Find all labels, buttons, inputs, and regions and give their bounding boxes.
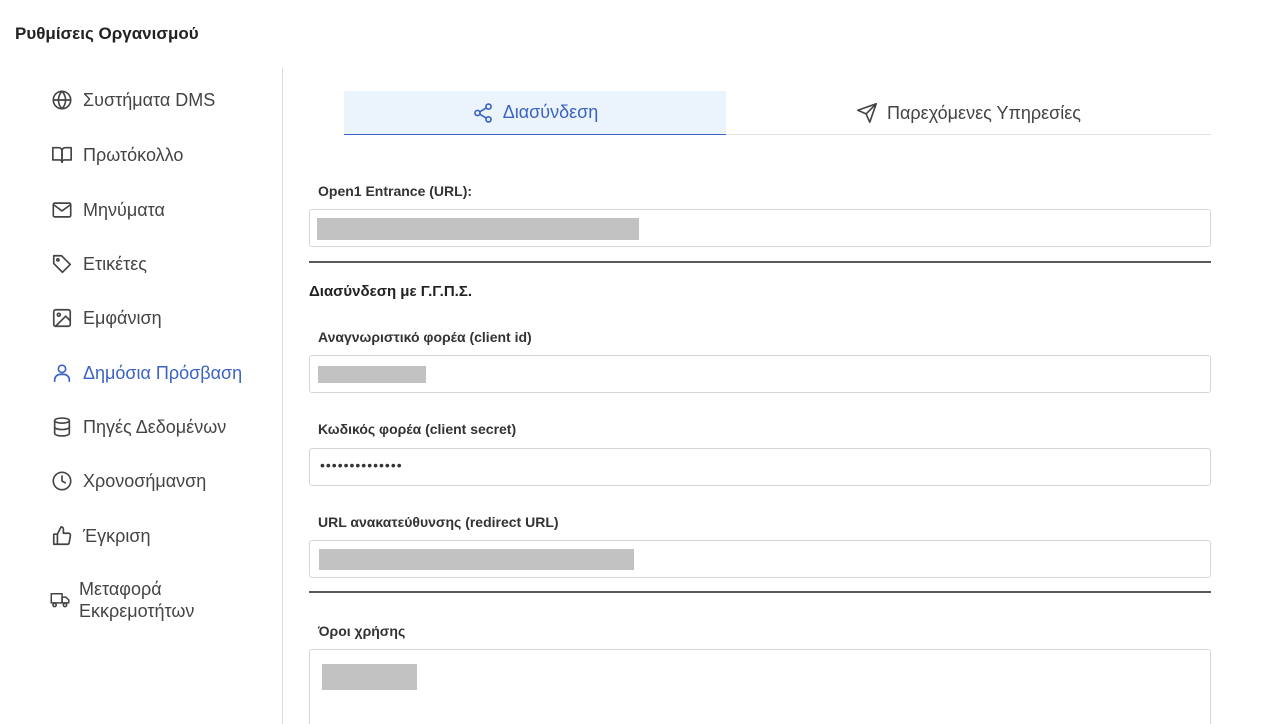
tag-icon: [50, 252, 74, 276]
page-title: Ρυθμίσεις Οργανισμού: [15, 24, 199, 43]
ggps-section-heading: Διασύνδεση με Γ.Γ.Π.Σ.: [309, 283, 473, 300]
sidebar-item-dms-systems[interactable]: Συστήματα DMS: [50, 88, 215, 112]
sidebar-item-label: Ετικέτες: [83, 253, 147, 274]
tab-label: Διασύνδεση: [502, 102, 599, 122]
sidebar-item-label: Έγκριση: [83, 525, 151, 546]
redirect-url-label: URL ανακατεύθυνσης (redirect URL): [318, 514, 559, 530]
sidebar-item-approval[interactable]: Έγκριση: [50, 524, 150, 548]
section-divider: [309, 591, 1211, 593]
sidebar-item-label: Εμφάνιση: [83, 307, 162, 328]
sidebar-item-label: Συστήματα DMS: [83, 89, 216, 110]
client-secret-label: Κωδικός φορέα (client secret): [318, 421, 517, 437]
tab-label: Παρεχόμενες Υπηρεσίες: [887, 102, 1081, 123]
send-icon: [856, 102, 878, 124]
thumbs-up-icon: [50, 524, 74, 548]
sidebar-item-messages[interactable]: Μηνύματα: [50, 198, 165, 222]
sidebar-item-protocol[interactable]: Πρωτόκολλο: [50, 143, 183, 167]
sidebar-item-timestamping[interactable]: Χρονοσήμανση: [50, 469, 206, 493]
database-icon: [50, 415, 74, 439]
book-open-icon: [50, 143, 74, 167]
redacted-value: [317, 218, 639, 240]
sidebar-item-label: Μεταφορά Εκκρεμοτήτων: [79, 579, 195, 621]
sidebar-item-label: Μηνύματα: [83, 199, 165, 220]
sidebar-item-label: Χρονοσήμανση: [83, 470, 207, 491]
tab-interface[interactable]: Διασύνδεση: [344, 91, 726, 135]
clock-icon: [50, 469, 74, 493]
entrance-url-input[interactable]: [309, 209, 1211, 247]
client-secret-input[interactable]: ••••••••••••••: [309, 448, 1211, 486]
sidebar-item-label: Πρωτόκολλο: [83, 144, 184, 165]
client-id-input[interactable]: [309, 355, 1211, 393]
section-divider: [309, 261, 1211, 263]
sidebar-item-label: Πηγές Δεδομένων: [83, 416, 227, 437]
sidebar-item-tags[interactable]: Ετικέτες: [50, 252, 147, 276]
settings-tabs: Διασύνδεση Παρεχόμενες Υπηρεσίες: [344, 91, 1211, 135]
terms-textarea[interactable]: [309, 649, 1211, 724]
settings-sidebar: Συστήματα DMS Πρωτόκολλο Μηνύματα Ετικέτ…: [0, 68, 283, 724]
mail-icon: [50, 198, 74, 222]
truck-icon: [50, 588, 70, 612]
terms-label: Όροι χρήσης: [318, 623, 406, 639]
sidebar-item-appearance[interactable]: Εμφάνιση: [50, 306, 162, 330]
tab-provided-services[interactable]: Παρεχόμενες Υπηρεσίες: [726, 91, 1211, 135]
share-icon: [472, 102, 494, 124]
password-value: ••••••••••••••: [320, 457, 403, 473]
sidebar-item-label: Δημόσια Πρόσβαση: [83, 362, 243, 383]
redirect-url-input[interactable]: [309, 540, 1211, 578]
sidebar-item-data-sources[interactable]: Πηγές Δεδομένων: [50, 415, 226, 439]
redacted-value: [318, 366, 426, 383]
user-icon: [50, 361, 74, 385]
redacted-value: [322, 664, 417, 690]
sidebar-item-public-access[interactable]: Δημόσια Πρόσβαση: [50, 361, 242, 385]
sidebar-item-pending-transfer[interactable]: Μεταφορά Εκκρεμοτήτων: [50, 578, 249, 622]
globe-icon: [50, 88, 74, 112]
client-id-label: Αναγνωριστικό φορέα (client id): [318, 329, 532, 345]
image-icon: [50, 306, 74, 330]
redacted-value: [319, 549, 634, 570]
entrance-url-label: Open1 Entrance (URL):: [318, 183, 473, 199]
